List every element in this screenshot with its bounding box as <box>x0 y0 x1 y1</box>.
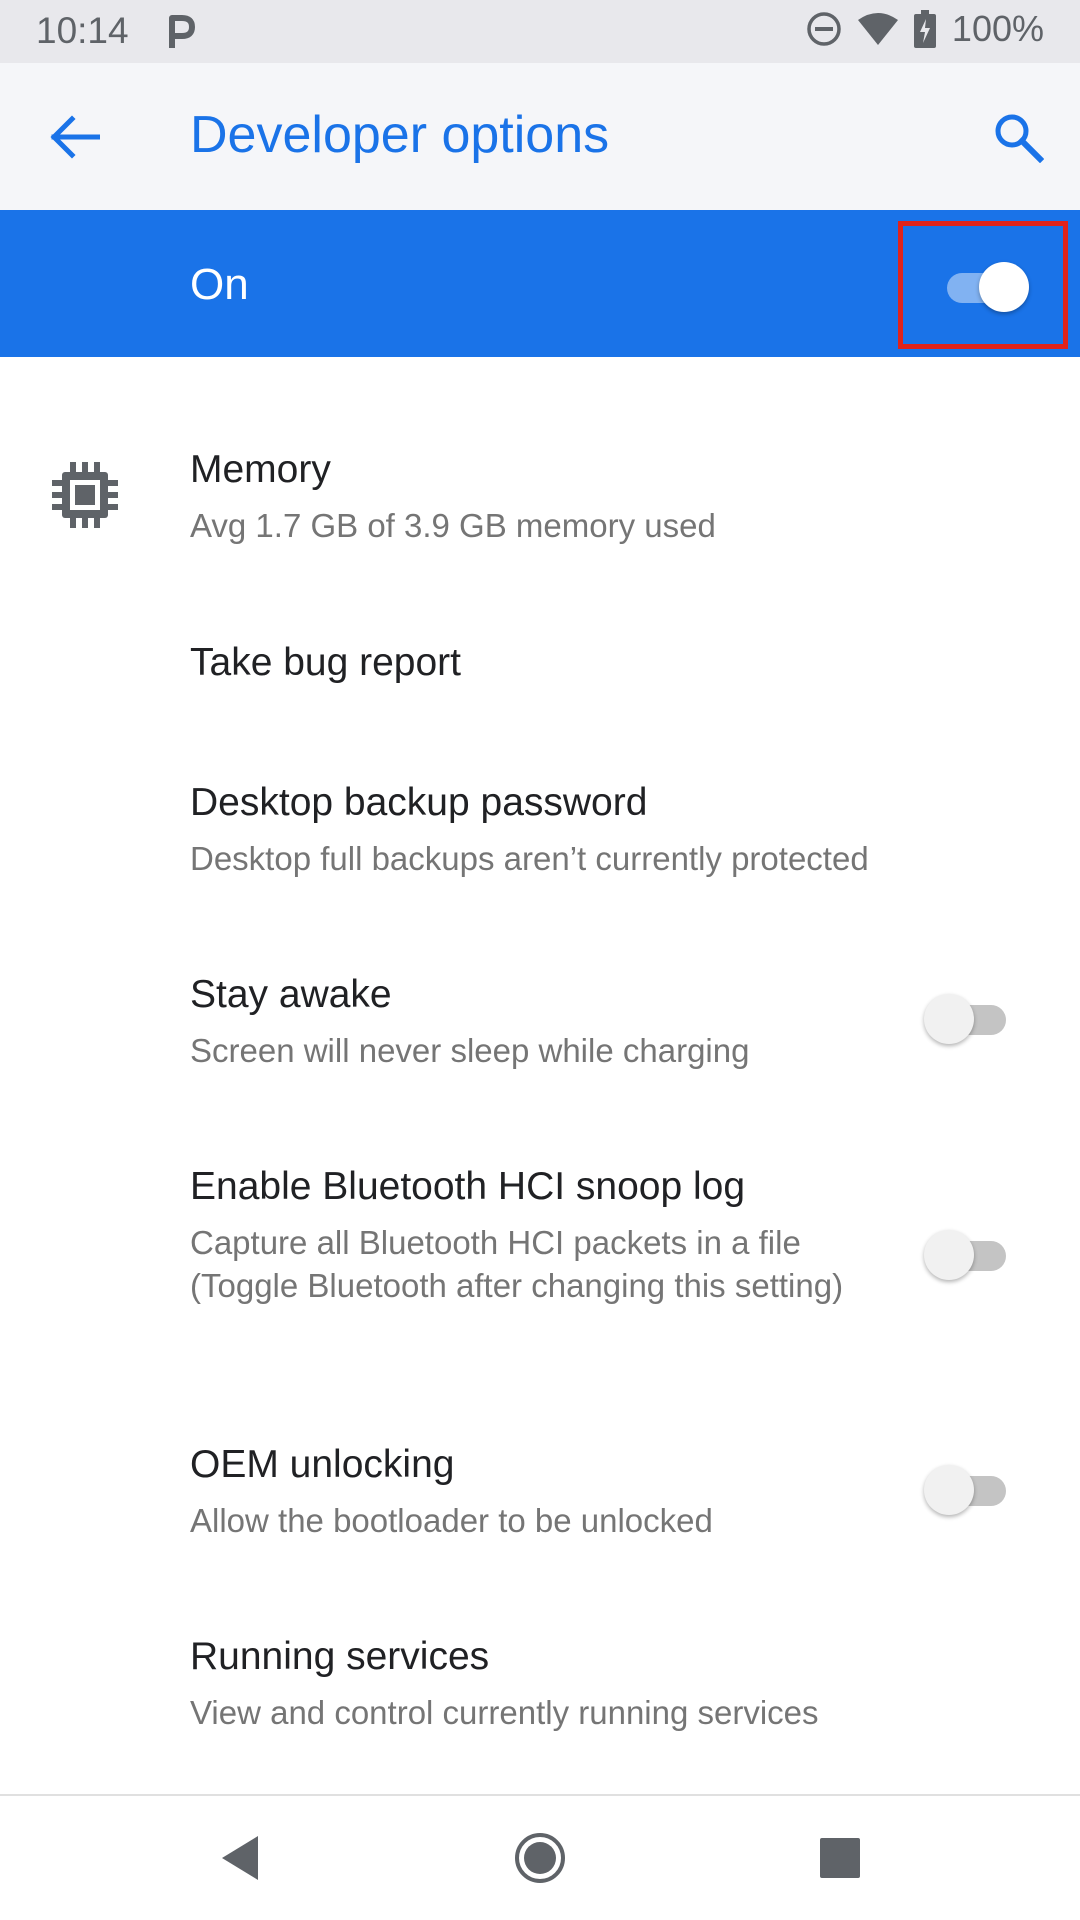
item-title: OEM unlocking <box>190 1443 455 1486</box>
master-toggle[interactable] <box>939 260 1029 312</box>
highlight-box <box>898 221 1068 349</box>
item-subtitle: Allow the bootloader to be unlocked <box>190 1502 713 1539</box>
item-title: Stay awake <box>190 973 392 1016</box>
status-bar: 10:14 100% <box>0 0 1080 63</box>
battery-charging-icon <box>913 10 936 48</box>
nav-back-icon <box>222 1836 258 1880</box>
toggle-thumb <box>924 1465 974 1515</box>
nav-recents-button[interactable] <box>812 1830 868 1886</box>
item-subtitle: Desktop full backups aren’t currently pr… <box>190 840 869 877</box>
master-switch-label: On <box>190 260 249 309</box>
item-subtitle: Avg 1.7 GB of 3.9 GB memory used <box>190 507 716 544</box>
item-title: Memory <box>190 448 331 491</box>
item-subtitle: View and control currently running servi… <box>190 1694 819 1731</box>
battery-percent: 100% <box>951 8 1044 49</box>
item-title: Enable Bluetooth HCI snoop log <box>190 1165 746 1208</box>
item-title: Take bug report <box>190 641 462 684</box>
navigation-bar <box>0 1796 1080 1920</box>
app-bar: Developer options <box>0 63 1080 210</box>
master-switch-bar[interactable]: On <box>0 210 1080 357</box>
search-icon <box>995 114 1044 163</box>
wifi-icon <box>857 13 898 45</box>
stay-awake-toggle[interactable] <box>924 992 1014 1044</box>
nav-recents-icon <box>820 1838 860 1878</box>
oem-unlocking-toggle[interactable] <box>924 1463 1014 1515</box>
back-button[interactable] <box>36 99 112 175</box>
nav-back-button[interactable] <box>212 1830 268 1886</box>
page-title: Developer options <box>190 106 610 164</box>
nav-home-button[interactable] <box>512 1830 568 1886</box>
toggle-thumb <box>924 994 974 1044</box>
do-not-disturb-icon <box>807 12 841 46</box>
item-subtitle: Screen will never sleep while charging <box>190 1032 750 1069</box>
memory-chip-icon <box>52 462 118 528</box>
toggle-thumb <box>924 1230 974 1280</box>
item-subtitle: Capture all Bluetooth HCI packets in a f… <box>190 1224 844 1304</box>
parking-icon <box>169 15 195 48</box>
status-icons: 100% <box>806 8 1044 50</box>
status-time: 10:14 <box>36 10 129 51</box>
item-title: Running services <box>190 1635 490 1678</box>
bluetooth-hci-toggle[interactable] <box>924 1228 1014 1280</box>
search-button[interactable] <box>980 99 1056 175</box>
item-title: Desktop backup password <box>190 781 648 824</box>
arrow-back-icon <box>50 115 100 159</box>
toggle-thumb <box>979 262 1029 312</box>
nav-home-icon <box>515 1833 565 1883</box>
